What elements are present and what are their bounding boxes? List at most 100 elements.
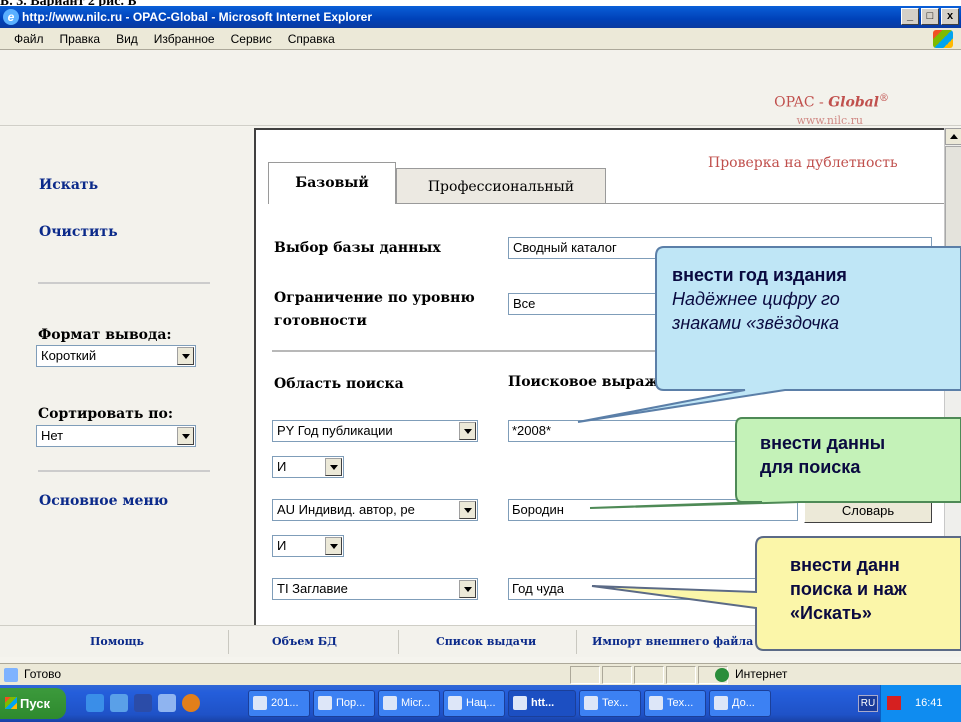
start-button[interactable]: Пуск (0, 688, 66, 719)
clear-link[interactable]: Очистить (39, 224, 118, 240)
chevron-down-icon[interactable] (459, 501, 476, 519)
maximize-button[interactable]: □ (921, 8, 939, 25)
db-volume-link[interactable]: Объем БД (272, 635, 337, 648)
field-select-3[interactable]: TI Заглавие (272, 578, 478, 600)
page-icon (4, 668, 18, 682)
menu-edit[interactable]: Правка (52, 28, 109, 49)
dictionary-button[interactable]: Словарь (804, 499, 932, 523)
brand-url: www.nilc.ru (796, 114, 863, 127)
clock: 16:41 (915, 697, 943, 709)
format-label: Формат вывода: (38, 327, 172, 343)
task-word-1[interactable]: Пор... (313, 690, 375, 717)
menu-view[interactable]: Вид (108, 28, 146, 49)
close-button[interactable]: x (941, 8, 959, 25)
window-titlebar[interactable]: e http://www.nilc.ru - OPAC-Global - Mic… (0, 6, 961, 28)
left-divider (38, 470, 210, 472)
vertical-scrollbar[interactable] (944, 128, 961, 625)
status-bar: Готово Интернет (0, 663, 961, 685)
menu-tools[interactable]: Сервис (223, 28, 280, 49)
windows-logo-icon (933, 30, 953, 48)
chevron-down-icon[interactable] (459, 580, 476, 598)
header-band: OPAC - Global® www.nilc.ru (0, 50, 961, 127)
firefox-quicklaunch-icon[interactable] (182, 694, 200, 712)
task-folder[interactable]: 201... (248, 690, 310, 717)
search-area-header: Область поиска (274, 376, 404, 392)
sort-select[interactable]: Нет (36, 425, 196, 447)
system-tray: 16:41 (880, 685, 961, 722)
field-select-2[interactable]: AU Индивид. автор, ре (272, 499, 478, 521)
field-value-2: AU Индивид. автор, ре (277, 502, 415, 517)
task-excel[interactable]: Micr... (378, 690, 440, 717)
main-menu-link[interactable]: Основное меню (39, 493, 168, 509)
notepad-quicklaunch-icon[interactable] (158, 694, 176, 712)
chevron-down-icon[interactable] (325, 458, 342, 476)
menu-help[interactable]: Справка (280, 28, 343, 49)
field-value-1: PY Год публикации (277, 423, 393, 438)
callout-title-text: внести данн поиска и наж «Искать» (790, 555, 907, 623)
search-frame: Проверка на дублетность Профессиональный… (254, 128, 946, 625)
task-ie-1[interactable]: Нац... (443, 690, 505, 717)
task-word-4[interactable]: До... (709, 690, 771, 717)
expression-input-3[interactable]: Год чуда (508, 578, 798, 600)
zone-text: Интернет (735, 667, 788, 681)
chevron-down-icon[interactable] (459, 422, 476, 440)
status-cell (570, 666, 600, 684)
menu-file[interactable]: Файл (6, 28, 52, 49)
scroll-thumb[interactable] (945, 146, 961, 256)
scroll-up-icon[interactable] (945, 128, 961, 145)
expression-input-2[interactable]: Бородин (508, 499, 798, 521)
sort-label: Сортировать по: (38, 406, 174, 422)
brand-logo: OPAC - Global® (774, 93, 889, 111)
field-select-1[interactable]: PY Год публикации (272, 420, 478, 442)
operator-value-2: И (277, 538, 287, 553)
import-file-link[interactable]: Импорт внешнего файла (592, 635, 753, 648)
ie-quicklaunch-icon[interactable] (86, 694, 104, 712)
antivirus-icon[interactable] (887, 696, 901, 710)
format-value: Короткий (41, 348, 97, 363)
minimize-button[interactable]: _ (901, 8, 919, 25)
chevron-down-icon[interactable] (177, 347, 194, 365)
tab-professional[interactable]: Профессиональный (396, 168, 606, 204)
nav-separator (398, 630, 399, 654)
left-panel: Искать Очистить Формат вывода: Короткий … (0, 127, 252, 625)
form-divider (272, 350, 932, 352)
menu-favorites[interactable]: Избранное (146, 28, 223, 49)
output-list-link[interactable]: Список выдачи (436, 635, 536, 648)
search-link[interactable]: Искать (39, 177, 98, 193)
format-select[interactable]: Короткий (36, 345, 196, 367)
window-title: http://www.nilc.ru - OPAC-Global - Micro… (22, 10, 373, 24)
language-indicator[interactable]: RU (858, 695, 878, 712)
database-value: Сводный каталог (513, 240, 617, 255)
menu-bar: Файл Правка Вид Избранное Сервис Справка (0, 28, 961, 50)
chevron-down-icon[interactable] (325, 537, 342, 555)
database-label: Выбор базы данных (274, 240, 441, 256)
status-cell (666, 666, 696, 684)
bottom-nav: Помощь Объем БД Список выдачи Импорт вне… (0, 625, 961, 657)
level-value: Все (513, 296, 536, 311)
tab-basic[interactable]: Базовый (268, 162, 396, 204)
database-select[interactable]: Сводный каталог (508, 237, 932, 259)
operator-value-1: И (277, 459, 287, 474)
task-ie-active[interactable]: htt... (508, 690, 576, 717)
chevron-down-icon[interactable] (177, 427, 194, 445)
callout-author-text: внести данны для поиска (760, 433, 886, 477)
search-expression-header: Поисковое выражение (508, 374, 697, 390)
left-divider (38, 282, 210, 284)
callout-year-text: внести год издания Надёжнее цифру го зна… (672, 265, 847, 333)
task-word-3[interactable]: Tex... (644, 690, 706, 717)
expression-input-1[interactable]: *2008* (508, 420, 798, 442)
globe-icon (715, 668, 729, 682)
word-quicklaunch-icon[interactable] (134, 694, 152, 712)
field-value-3: TI Заглавие (277, 581, 348, 596)
desktop-quicklaunch-icon[interactable] (110, 694, 128, 712)
operator-select-2[interactable]: И (272, 535, 344, 557)
status-cell (634, 666, 664, 684)
duplicate-check-link[interactable]: Проверка на дублетность (708, 155, 898, 171)
level-label: Ограничение по уровню (274, 290, 475, 306)
sort-value: Нет (41, 428, 64, 443)
operator-select-1[interactable]: И (272, 456, 344, 478)
level-label-2: готовности (274, 313, 367, 329)
task-word-2[interactable]: Tex... (579, 690, 641, 717)
help-link[interactable]: Помощь (90, 635, 144, 648)
nav-separator (228, 630, 229, 654)
